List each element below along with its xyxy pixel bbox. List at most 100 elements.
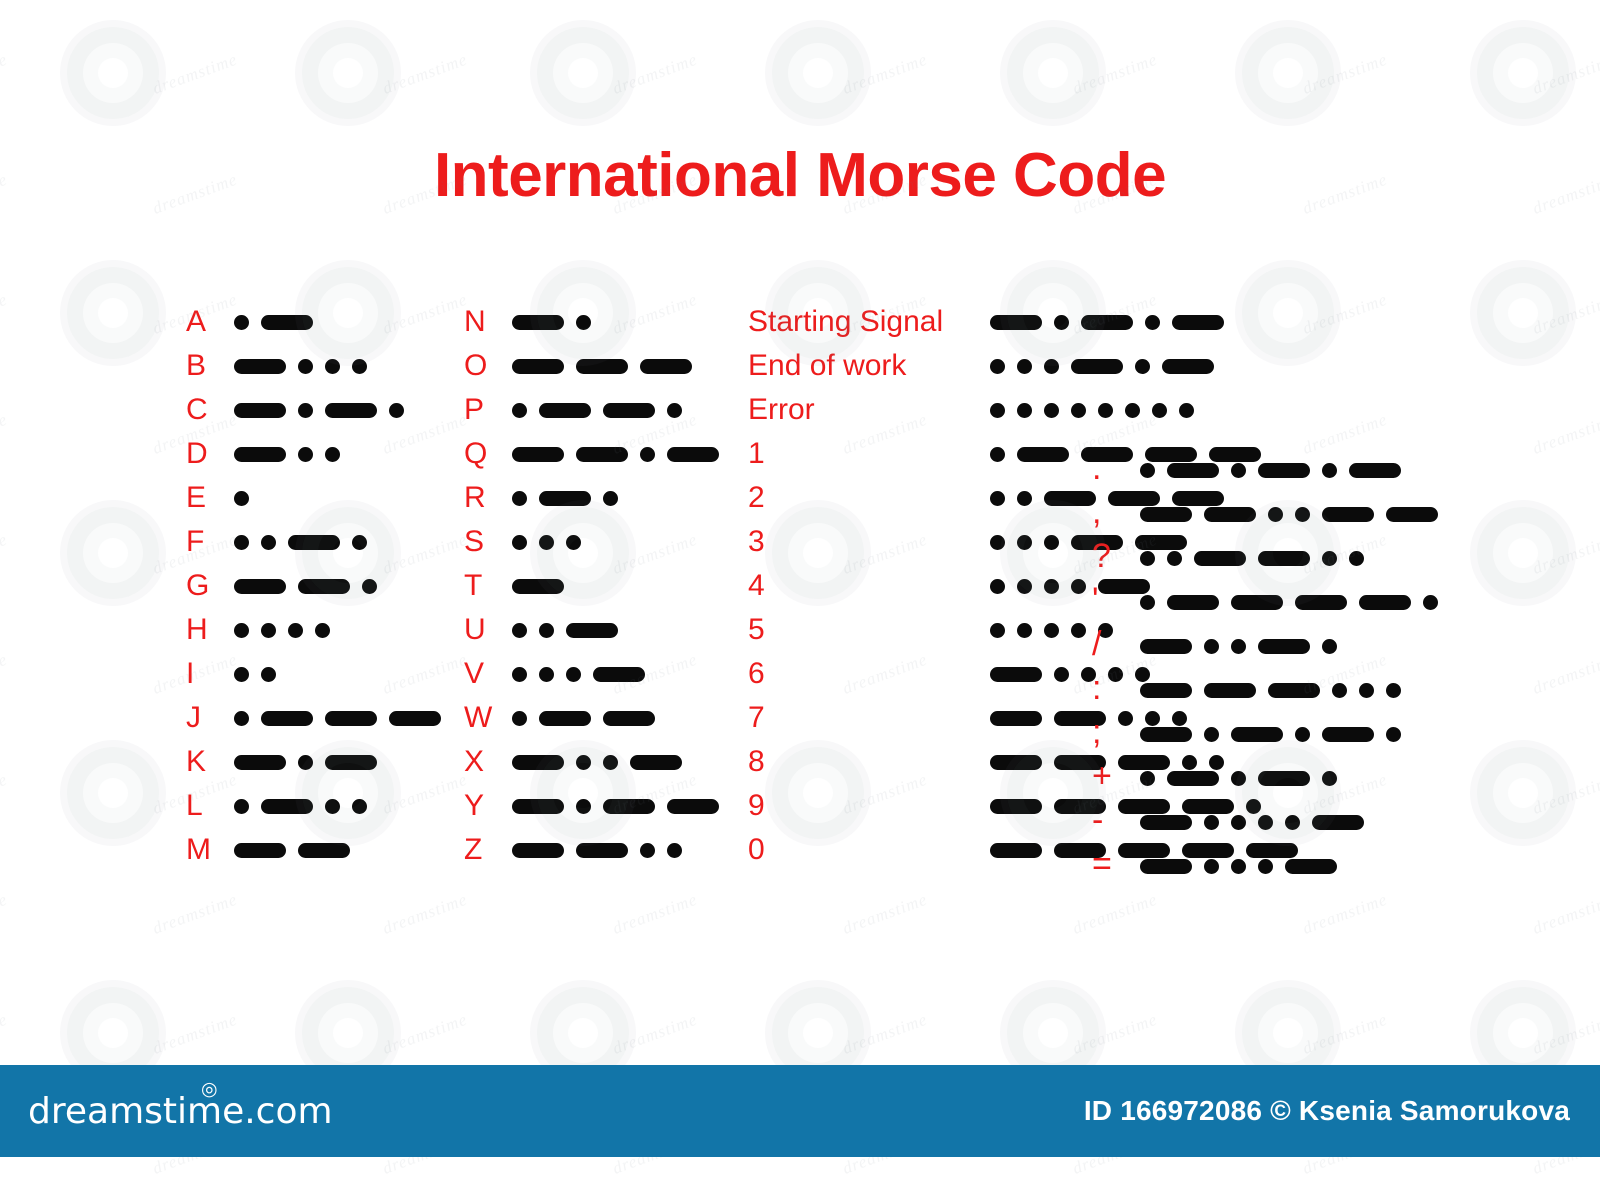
morse-label: / xyxy=(1092,625,1102,663)
morse-label: L xyxy=(186,789,203,822)
morse-code-symbols xyxy=(990,402,1194,418)
morse-dot xyxy=(352,358,367,374)
morse-dot xyxy=(1044,358,1059,374)
morse-label: G xyxy=(186,569,210,602)
morse-dash xyxy=(261,314,313,330)
morse-dot xyxy=(352,534,367,550)
watermark-text: dreamstime xyxy=(0,889,10,938)
morse-dot xyxy=(990,622,1005,638)
morse-dot xyxy=(1135,358,1150,374)
morse-dash xyxy=(1295,594,1347,610)
watermark-text: dreamstime xyxy=(1070,1009,1160,1058)
watermark-spiral-icon xyxy=(60,500,166,606)
morse-dot xyxy=(1322,462,1337,478)
morse-row: Y xyxy=(464,784,719,828)
morse-dot xyxy=(234,534,249,550)
watermark-text: dreamstime xyxy=(1530,409,1600,458)
morse-code-symbols xyxy=(990,314,1224,330)
watermark-spiral-icon xyxy=(1235,20,1341,126)
morse-dot xyxy=(1125,402,1140,418)
morse-dot xyxy=(352,798,367,814)
morse-dash xyxy=(640,358,692,374)
morse-dash xyxy=(1204,682,1256,698)
morse-dash xyxy=(1140,682,1192,698)
morse-dash xyxy=(1017,446,1069,462)
watermark-text: dreamstime xyxy=(1530,889,1600,938)
morse-label: ' xyxy=(1092,581,1099,619)
morse-row: F xyxy=(186,520,441,564)
morse-label: End of work xyxy=(748,349,907,382)
watermark-text: dreamstime xyxy=(610,889,700,938)
morse-label: Error xyxy=(748,393,815,426)
morse-code-symbols xyxy=(512,358,692,374)
morse-dash xyxy=(512,358,564,374)
morse-label: ? xyxy=(1092,537,1111,575)
morse-code-symbols xyxy=(1140,814,1364,830)
watermark-text: dreamstime xyxy=(380,889,470,938)
morse-dash xyxy=(234,358,286,374)
morse-row: S xyxy=(464,520,719,564)
morse-dot xyxy=(234,622,249,638)
morse-code-symbols xyxy=(1140,506,1438,522)
morse-code-symbols xyxy=(234,798,367,814)
morse-dot xyxy=(261,534,276,550)
watermark-text: dreamstime xyxy=(1530,529,1600,578)
morse-dot xyxy=(1231,770,1246,786)
watermark-text: dreamstime xyxy=(380,1009,470,1058)
morse-dash xyxy=(990,314,1042,330)
morse-code-symbols xyxy=(234,314,313,330)
morse-dot xyxy=(1285,814,1300,830)
morse-label: V xyxy=(464,657,485,690)
morse-dash xyxy=(1140,858,1192,874)
morse-dash xyxy=(1140,814,1192,830)
morse-dot xyxy=(1140,770,1155,786)
morse-dash xyxy=(288,534,340,550)
morse-row: End of work xyxy=(748,344,1298,388)
watermark-text: dreamstime xyxy=(0,649,10,698)
morse-dash xyxy=(325,710,377,726)
morse-row: , xyxy=(1092,492,1438,536)
morse-dash xyxy=(1167,462,1219,478)
morse-label: Y xyxy=(464,789,485,822)
watermark-text: dreamstime xyxy=(1530,769,1600,818)
morse-code-symbols xyxy=(1140,726,1401,742)
morse-label: W xyxy=(464,701,493,734)
dreamstime-logo-text: dreamstime.com xyxy=(28,1090,333,1132)
morse-dash xyxy=(539,490,591,506)
morse-dot xyxy=(1258,858,1273,874)
morse-dot xyxy=(990,446,1005,462)
morse-label: - xyxy=(1092,801,1104,839)
morse-code-symbols xyxy=(512,490,618,506)
morse-dot xyxy=(1098,402,1113,418)
watermark-text: dreamstime xyxy=(150,889,240,938)
morse-code-symbols xyxy=(1140,770,1337,786)
morse-dash xyxy=(539,710,591,726)
morse-dash xyxy=(325,402,377,418)
morse-code-symbols xyxy=(990,358,1214,374)
morse-row: Error xyxy=(748,388,1298,432)
morse-dot xyxy=(1044,578,1059,594)
morse-dot xyxy=(1017,534,1032,550)
watermark-text: dreamstime xyxy=(1300,889,1390,938)
morse-dot xyxy=(234,666,249,682)
morse-dot xyxy=(1322,638,1337,654)
morse-dash xyxy=(1285,858,1337,874)
morse-dot xyxy=(576,754,591,770)
morse-dash xyxy=(261,798,313,814)
morse-code-symbols xyxy=(512,534,581,550)
morse-label: ; xyxy=(1092,713,1102,751)
morse-label: E xyxy=(186,481,207,514)
morse-row: - xyxy=(1092,800,1438,844)
morse-dot xyxy=(1152,402,1167,418)
morse-row: O xyxy=(464,344,719,388)
morse-dot xyxy=(389,402,404,418)
morse-dash xyxy=(1231,594,1283,610)
watermark-text: dreamstime xyxy=(150,49,240,98)
morse-dash xyxy=(234,578,286,594)
morse-dot xyxy=(512,666,527,682)
morse-dot xyxy=(325,358,340,374)
morse-dot xyxy=(1044,534,1059,550)
morse-dash xyxy=(1322,726,1374,742)
watermark-text: dreamstime xyxy=(1300,289,1390,338)
morse-dot xyxy=(298,358,313,374)
